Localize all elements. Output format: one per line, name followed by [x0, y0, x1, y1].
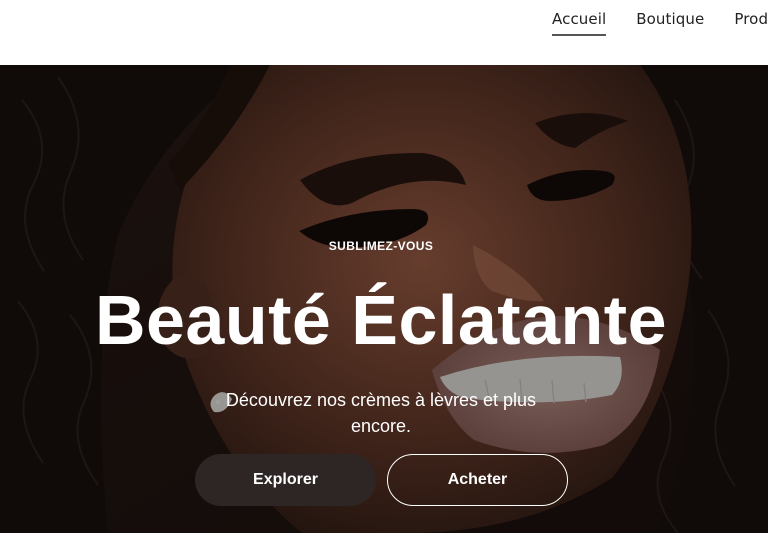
nav-item-accueil[interactable]: Accueil — [552, 10, 607, 36]
main-nav: Accueil Boutique Produ — [552, 10, 768, 36]
buy-button[interactable]: Acheter — [387, 454, 568, 506]
hero-kicker: SUBLIMEZ-VOUS — [328, 239, 434, 253]
site-header: Accueil Boutique Produ — [0, 0, 768, 65]
nav-item-boutique[interactable]: Boutique — [636, 10, 704, 36]
hero-subtitle: Découvrez nos crèmes à lèvres et plus en… — [225, 390, 537, 436]
hero-banner: SUBLIMEZ-VOUS Beauté Éclatante Découvrez… — [0, 65, 768, 533]
explore-button[interactable]: Explorer — [195, 454, 376, 506]
nav-item-produits[interactable]: Produ — [734, 10, 768, 36]
hero-title: Beauté Éclatante — [94, 281, 668, 359]
